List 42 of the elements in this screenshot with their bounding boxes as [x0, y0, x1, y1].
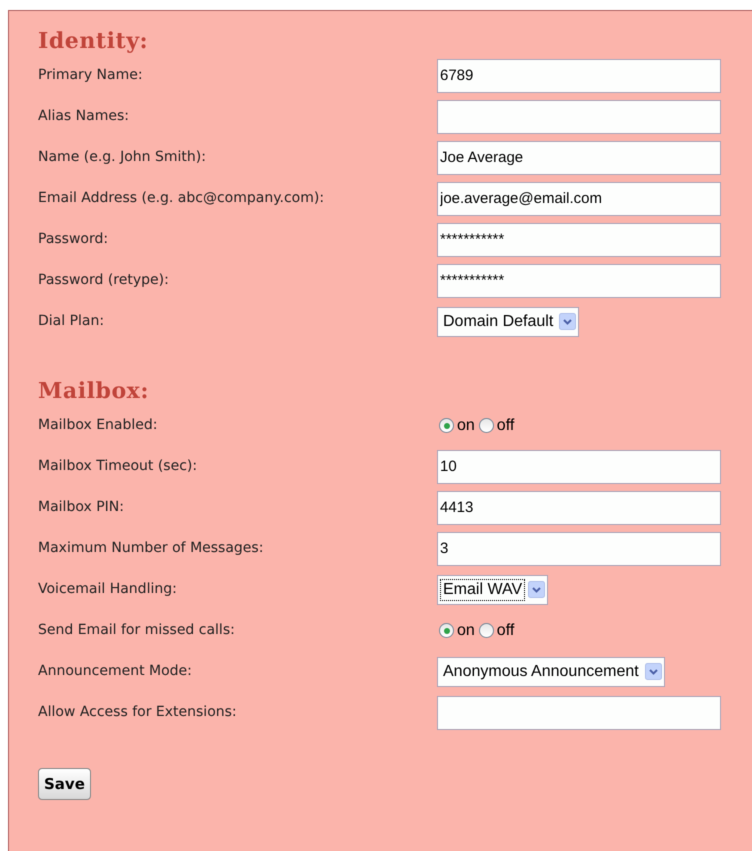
radio-label: on — [457, 416, 475, 436]
text-field[interactable] — [437, 696, 721, 730]
field-label: Allow Access for Extensions: — [38, 703, 238, 722]
field-label: Primary Name: — [38, 66, 144, 85]
radio-label: off — [496, 416, 514, 436]
field-label: Send Email for missed calls: — [38, 621, 236, 640]
text-field[interactable]: 3 — [437, 532, 721, 566]
chevron-down-icon — [528, 581, 546, 598]
section-heading: Identity: — [38, 27, 150, 55]
radio-button[interactable] — [439, 418, 454, 433]
field-label: Mailbox PIN: — [38, 498, 125, 517]
field-label: Voicemail Handling: — [38, 580, 178, 599]
field-label: Password: — [38, 230, 110, 249]
save-button[interactable]: Save — [38, 768, 91, 800]
text-field[interactable]: joe.average@email.com — [437, 182, 721, 216]
radio-button[interactable] — [439, 623, 454, 638]
dropdown[interactable]: Anonymous Announcement — [437, 656, 665, 686]
chevron-down-icon — [559, 313, 576, 330]
text-field[interactable]: *********** — [437, 264, 721, 298]
text-field[interactable]: 10 — [437, 450, 721, 484]
radio-button[interactable] — [478, 623, 494, 638]
text-field[interactable]: *********** — [437, 222, 721, 256]
field-label: Alias Names: — [38, 107, 130, 126]
text-field[interactable]: Joe Average — [437, 140, 721, 174]
text-field[interactable] — [437, 100, 721, 134]
field-label: Name (e.g. John Smith): — [38, 148, 207, 167]
section-heading: Mailbox: — [38, 377, 150, 405]
field-label: Maximum Number of Messages: — [38, 539, 264, 558]
field-label: Mailbox Enabled: — [38, 416, 158, 435]
field-label: Mailbox Timeout (sec): — [38, 457, 198, 476]
radio-label: on — [457, 620, 475, 640]
chevron-down-icon — [644, 663, 662, 680]
radio-label: off — [496, 620, 514, 640]
text-field[interactable]: 6789 — [437, 58, 721, 92]
field-label: Announcement Mode: — [38, 662, 193, 681]
radio-button[interactable] — [478, 418, 494, 433]
dropdown[interactable]: Domain Default — [437, 306, 580, 336]
field-label: Email Address (e.g. abc@company.com): — [38, 189, 326, 208]
field-label: Password (retype): — [38, 271, 170, 290]
dropdown[interactable]: Email WAV — [437, 574, 548, 604]
field-label: Dial Plan: — [38, 312, 106, 331]
text-field[interactable]: 4413 — [437, 490, 721, 524]
